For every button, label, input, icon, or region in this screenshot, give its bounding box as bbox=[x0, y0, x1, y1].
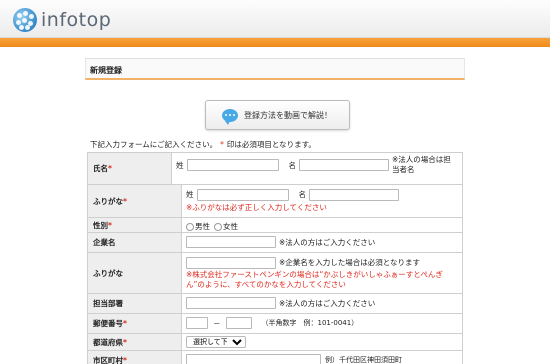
company-furigana-warning: ※株式会社ファーストペンギンの場合は“かぶしきがいしゃふぁーすとぺんぎん”のよう… bbox=[186, 270, 443, 289]
company-kana-input[interactable] bbox=[186, 256, 276, 269]
gender-female-radio[interactable] bbox=[214, 222, 222, 231]
gender-male-radio[interactable] bbox=[186, 222, 194, 231]
company-name-input[interactable] bbox=[186, 236, 276, 248]
speech-bubble-icon bbox=[222, 108, 238, 125]
field-label-furigana: ふりがな * bbox=[88, 185, 182, 217]
form-row-name: 氏名 * 姓 名 ※法人の場合は担当者名 bbox=[87, 152, 463, 185]
furigana-warning: ※ふりがなは必ず正しく入力してください bbox=[186, 203, 327, 212]
section-title-box: 新規登録 bbox=[85, 58, 465, 80]
field-label-gender: 性別 * bbox=[88, 218, 182, 232]
form-row-postal: 郵便番号 * － （半角数字 例：101-0041） bbox=[87, 314, 463, 334]
prefecture-select[interactable]: 選択して下さい bbox=[186, 336, 246, 348]
city-input[interactable] bbox=[186, 354, 321, 364]
form-row-department: 担当部署 ※法人の方はご入力ください bbox=[87, 294, 463, 314]
field-label-name: 氏名 * bbox=[88, 153, 172, 184]
field-label-company: 企業名 bbox=[88, 233, 182, 252]
header-accent-bar bbox=[0, 38, 550, 47]
video-tutorial-label: 登録方法を動画で解説！ bbox=[244, 110, 332, 120]
first-name-input[interactable] bbox=[299, 159, 389, 171]
form-instructions: 下記入力フォームにご記入ください。 * 印は必須項目となります。 bbox=[90, 140, 316, 149]
first-name-kana-input[interactable] bbox=[309, 188, 399, 201]
postal-hint: （半角数字 例：101-0041） bbox=[261, 319, 359, 327]
site-header: infotop bbox=[0, 0, 550, 38]
form-row-gender: 性別 * 男性 女性 bbox=[87, 218, 463, 233]
company-furigana-note: ※企業名を入力した場合は必須となります bbox=[279, 258, 421, 267]
registration-form: 氏名 * 姓 名 ※法人の場合は担当者名 ふりがな * 姓 名 ※ふりがなは必ず正し… bbox=[87, 152, 463, 364]
postal-code-second-input[interactable] bbox=[225, 317, 252, 329]
name-note: ※法人の場合は担当者名 bbox=[392, 155, 451, 174]
postal-code-first-input[interactable] bbox=[186, 317, 208, 329]
form-row-company-furigana: ふりがな ※企業名を入力した場合は必須となります ※株式会社ファーストペンギンの… bbox=[87, 253, 463, 294]
infotop-logo-icon bbox=[13, 8, 37, 32]
gender-male-label: 男性 bbox=[195, 222, 210, 231]
field-label-city: 市区町村 * bbox=[88, 351, 182, 364]
last-name-kana-input[interactable] bbox=[196, 188, 289, 201]
brand-name: infotop bbox=[41, 9, 112, 31]
department-note: ※法人の方はご入力ください bbox=[279, 298, 376, 308]
form-row-city: 市区町村 * 例）千代田区神田須田町 bbox=[87, 351, 463, 364]
form-row-prefecture: 都道府県 * 選択して下さい bbox=[87, 334, 463, 351]
field-label-prefecture: 都道府県 * bbox=[88, 334, 182, 350]
infotop-logo[interactable]: infotop bbox=[13, 8, 111, 32]
video-tutorial-button[interactable]: 登録方法を動画で解説！ bbox=[205, 100, 350, 130]
page-title: 新規登録 bbox=[90, 66, 122, 75]
form-row-furigana: ふりがな * 姓 名 ※ふりがなは必ず正しく入力してください bbox=[87, 185, 463, 218]
city-hint: 例）千代田区神田須田町 bbox=[325, 356, 402, 364]
company-note: ※法人の方はご入力ください bbox=[279, 237, 376, 247]
gender-female-label: 女性 bbox=[223, 222, 238, 231]
field-label-department: 担当部署 bbox=[88, 294, 182, 313]
required-asterisk: * bbox=[220, 140, 224, 149]
field-label-company-furigana: ふりがな bbox=[88, 253, 182, 293]
last-name-input[interactable] bbox=[186, 159, 279, 171]
department-input[interactable] bbox=[186, 297, 276, 309]
field-label-postal: 郵便番号 * bbox=[88, 314, 182, 333]
form-row-company: 企業名 ※法人の方はご入力ください bbox=[87, 233, 463, 253]
